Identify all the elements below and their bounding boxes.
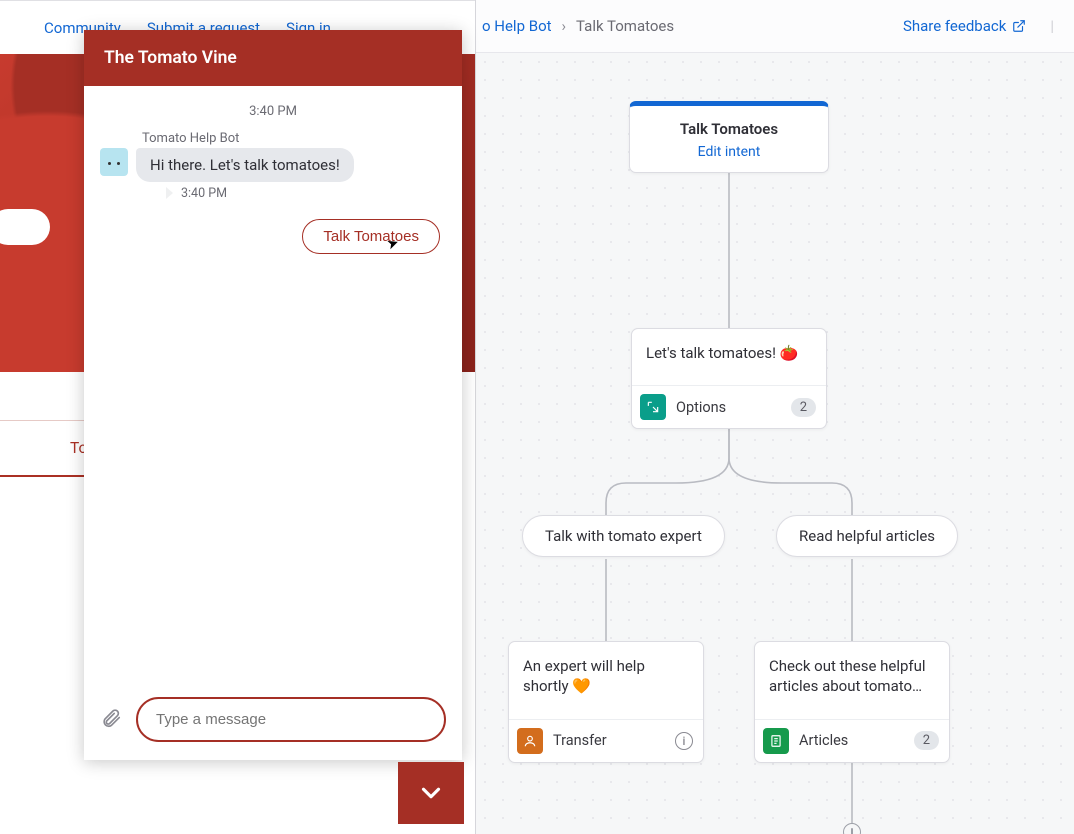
flow-start-node[interactable]: Talk Tomatoes Edit intent [629,101,829,173]
node-message: An expert will help shortly 🧡 [509,642,703,719]
transfer-icon [517,728,543,754]
quick-reply-talk-tomatoes[interactable]: Talk Tomatoes ➤ [302,219,440,254]
flow-node-articles[interactable]: Check out these helpful articles about t… [754,641,950,763]
breadcrumb-bot-link[interactable]: o Help Bot [482,17,552,35]
flow-node-transfer[interactable]: An expert will help shortly 🧡 Transfer i [508,641,704,763]
chat-collapse-button[interactable] [398,762,464,824]
share-feedback-link[interactable]: Share feedback | [903,17,1054,35]
chat-input[interactable] [136,697,446,742]
chat-bubble: Hi there. Let's talk tomatoes! [136,148,354,182]
chevron-right-icon: › [562,17,567,35]
node-type: Transfer [553,732,665,749]
articles-icon [763,728,789,754]
search-pill-partial [0,209,50,245]
flow-option-expert[interactable]: Talk with tomato expert [522,515,725,557]
node-message: Check out these helpful articles about t… [755,642,949,719]
bot-builder-pane: o Help Bot › Talk Tomatoes Share feedbac… [475,0,1074,834]
node-type: Options [676,399,781,416]
builder-top-bar: o Help Bot › Talk Tomatoes Share feedbac… [476,0,1074,53]
breadcrumb: o Help Bot › Talk Tomatoes [482,17,674,35]
external-link-icon [1012,19,1026,33]
chat-body: 3:40 PM Tomato Help Bot Hi there. Let's … [84,86,462,683]
options-icon [640,394,666,420]
partial-tab[interactable]: To [0,420,84,477]
info-icon[interactable]: i [675,732,693,750]
chat-sender-name: Tomato Help Bot [100,131,446,148]
chat-timestamp-top: 3:40 PM [100,98,446,131]
flow-option-articles[interactable]: Read helpful articles [776,515,958,557]
node-type: Articles [799,732,904,749]
chat-row: Hi there. Let's talk tomatoes! [100,148,446,182]
flow-continuation-marker [843,823,861,834]
chat-timestamp-msg: 3:40 PM [100,186,446,201]
node-count: 2 [791,398,816,417]
flow-node-options[interactable]: Let's talk tomatoes! 🍅 Options 2 [631,328,827,429]
flow-canvas[interactable]: Talk Tomatoes Edit intent Let's talk tom… [476,53,1074,834]
chevron-down-icon [416,778,446,808]
partial-left-tabs: To [0,390,84,477]
start-node-title: Talk Tomatoes [640,120,818,138]
chat-widget: The Tomato Vine 3:40 PM Tomato Help Bot … [84,30,462,760]
node-message: Let's talk tomatoes! 🍅 [632,329,826,385]
edit-intent-link[interactable]: Edit intent [640,144,818,160]
chat-title: The Tomato Vine [84,30,462,86]
paperclip-icon[interactable] [100,707,122,733]
breadcrumb-current: Talk Tomatoes [576,17,674,35]
chat-input-bar [84,683,462,760]
node-count: 2 [914,731,939,750]
bot-avatar [100,148,128,176]
